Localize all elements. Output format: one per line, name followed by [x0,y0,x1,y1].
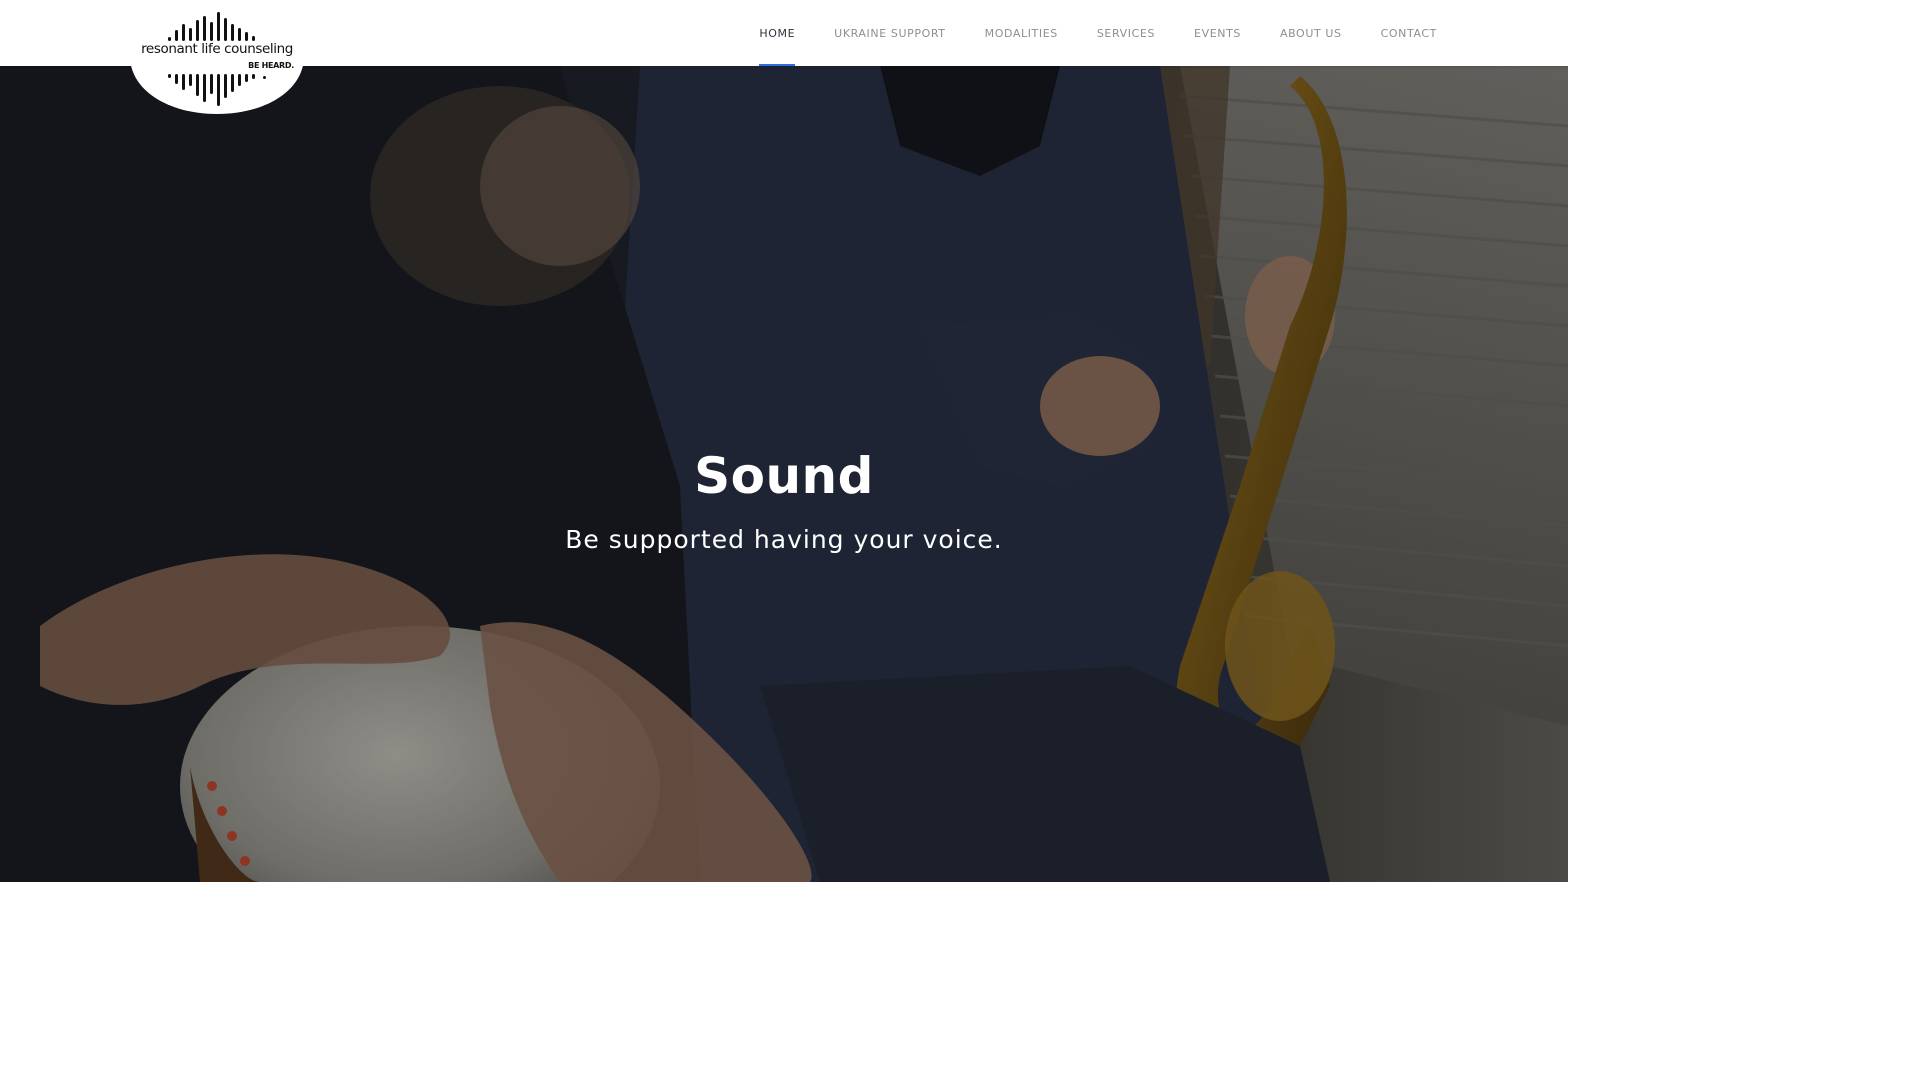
nav-item-modalities[interactable]: MODALITIES [985,0,1058,66]
nav-item-services[interactable]: SERVICES [1097,0,1155,66]
main-navigation: HOME UKRAINE SUPPORT MODALITIES SERVICES… [759,0,1437,66]
nav-item-contact[interactable]: CONTACT [1381,0,1437,66]
logo-tagline: BE HEARD. [248,61,294,70]
logo-soundwave-icon [130,0,304,114]
nav-item-events[interactable]: EVENTS [1194,0,1241,66]
site-logo[interactable]: resonant life counseling BE HEARD. [130,0,304,114]
nav-item-home[interactable]: HOME [759,0,795,66]
hero-subtitle: Be supported having your voice. [565,525,1003,554]
page: Sound Be supported having your voice. HO… [0,0,1568,882]
logo-brand-name: resonant life counseling [141,41,293,57]
hero-title: Sound [694,447,874,505]
nav-item-ukraine-support[interactable]: UKRAINE SUPPORT [834,0,945,66]
hero-section: Sound Be supported having your voice. [0,66,1568,882]
nav-item-about-us[interactable]: ABOUT US [1280,0,1342,66]
